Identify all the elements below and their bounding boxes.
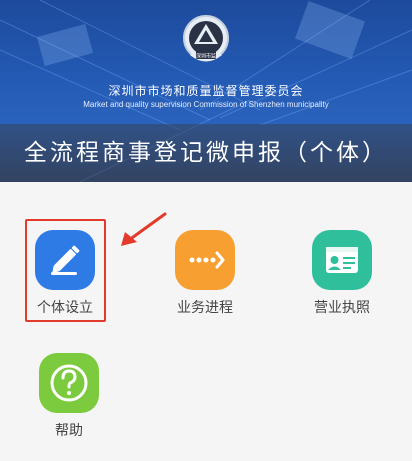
menu-item-label: 帮助 <box>55 423 83 439</box>
organization-name-cn: 深圳市市场和质量监督管理委员会 <box>108 84 304 98</box>
question-icon <box>39 353 99 413</box>
menu-item-label: 业务进程 <box>177 300 233 316</box>
annotation-arrow-icon <box>121 212 167 246</box>
emblem-text: 深圳市监 <box>196 53 216 60</box>
header-banner: 深圳市监 深圳市市场和质量监督管理委员会 Market and quality … <box>0 0 412 182</box>
highlight-box <box>25 219 106 322</box>
menu-item-help[interactable]: 帮助 <box>24 353 114 443</box>
menu-item-business-license[interactable]: 营业执照 <box>297 230 387 320</box>
dots-arrow-icon <box>175 230 235 290</box>
license-card-icon <box>312 230 372 290</box>
menu-item-label: 营业执照 <box>314 300 370 316</box>
organization-name-en: Market and quality supervision Commissio… <box>83 100 329 109</box>
page-title: 全流程商事登记微申报（个体） <box>24 140 388 166</box>
menu-item-business-progress[interactable]: 业务进程 <box>160 230 250 320</box>
commission-emblem-icon: 深圳市监 <box>181 14 231 70</box>
